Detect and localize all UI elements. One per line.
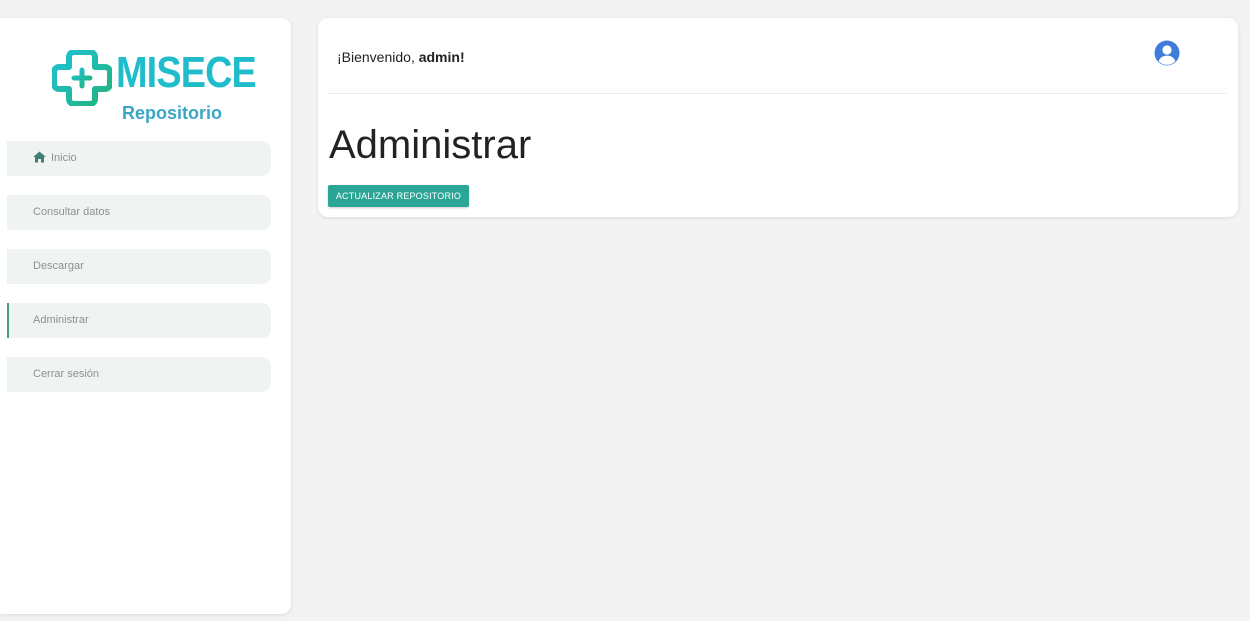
sidebar-item-label: Cerrar sesión	[33, 368, 100, 380]
sidebar-item-label: Inicio	[51, 152, 77, 164]
update-repository-button[interactable]: ACTUALIZAR REPOSITORIO	[328, 185, 469, 207]
brand-logo[interactable]: MISECE Repositorio	[52, 46, 257, 126]
username: admin!	[418, 49, 465, 65]
sidebar-item-descargar[interactable]: Descargar	[7, 249, 271, 284]
sidebar-item-label: Administrar	[33, 314, 89, 326]
brand-name: MISECE	[116, 48, 257, 97]
home-icon	[33, 151, 46, 163]
brand-subtitle: Repositorio	[122, 103, 223, 123]
user-circle-icon[interactable]	[1154, 40, 1180, 66]
sidebar-item-consultar-datos[interactable]: Consultar datos	[7, 195, 271, 230]
medical-cross-icon	[52, 50, 112, 106]
page: MISECE Repositorio Inicio Consultar dato…	[0, 0, 1250, 621]
header-divider	[328, 93, 1226, 94]
page-title: Administrar	[329, 123, 532, 167]
sidebar: MISECE Repositorio Inicio Consultar dato…	[0, 18, 291, 614]
welcome-prefix: ¡Bienvenido,	[337, 49, 419, 65]
sidebar-item-inicio[interactable]: Inicio	[7, 141, 271, 176]
sidebar-item-label: Descargar	[33, 260, 84, 272]
sidebar-item-administrar[interactable]: Administrar	[7, 303, 271, 338]
sidebar-item-cerrar-sesion[interactable]: Cerrar sesión	[7, 357, 271, 392]
sidebar-item-label: Consultar datos	[33, 206, 111, 218]
welcome-message: ¡Bienvenido, admin!	[337, 47, 465, 67]
main-card: ¡Bienvenido, admin! Administrar ACTUALIZ…	[318, 18, 1238, 217]
